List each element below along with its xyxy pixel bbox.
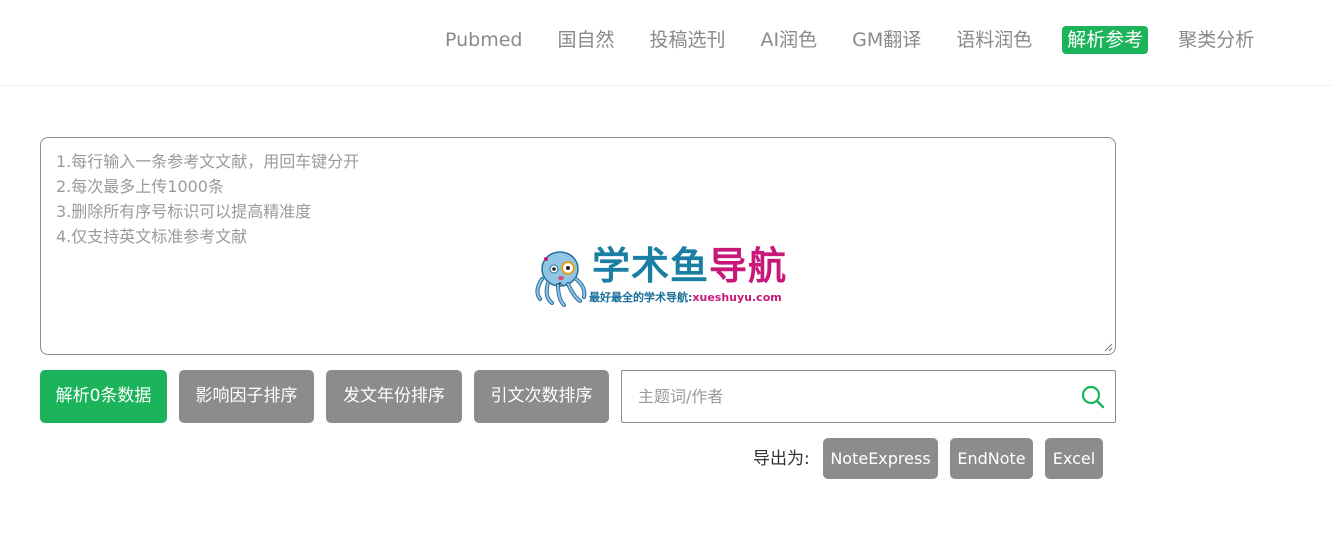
resize-handle-icon[interactable] <box>1104 343 1113 352</box>
reference-input[interactable] <box>41 138 1115 354</box>
nav-item-ai-polish[interactable]: AI润色 <box>756 26 823 54</box>
sort-by-citations-button[interactable]: 引文次数排序 <box>474 370 609 423</box>
nav-item-nsfc[interactable]: 国自然 <box>552 26 619 54</box>
reference-input-container <box>40 137 1116 355</box>
parse-button[interactable]: 解析0条数据 <box>40 370 167 423</box>
search-input[interactable] <box>622 371 1062 422</box>
search-container <box>621 370 1116 423</box>
export-endnote-button[interactable]: EndNote <box>950 438 1033 479</box>
sort-by-year-button[interactable]: 发文年份排序 <box>326 370 462 423</box>
search-icon[interactable] <box>1080 384 1105 409</box>
nav-item-gm-translate[interactable]: GM翻译 <box>847 26 926 54</box>
export-noteexpress-button[interactable]: NoteExpress <box>823 438 938 479</box>
sort-by-impact-factor-button[interactable]: 影响因子排序 <box>179 370 314 423</box>
nav-item-parse-references[interactable]: 解析参考 <box>1062 26 1149 54</box>
nav-item-corpus-polish[interactable]: 语料润色 <box>951 26 1037 54</box>
nav-item-pubmed[interactable]: Pubmed <box>440 26 527 54</box>
export-label: 导出为: <box>753 449 810 469</box>
export-excel-button[interactable]: Excel <box>1045 438 1103 479</box>
nav-item-cluster-analysis[interactable]: 聚类分析 <box>1173 26 1259 54</box>
main-nav: Pubmed 国自然 投稿选刊 AI润色 GM翻译 语料润色 解析参考 聚类分析 <box>440 26 1259 54</box>
top-navigation-bar: Pubmed 国自然 投稿选刊 AI润色 GM翻译 语料润色 解析参考 聚类分析 <box>0 0 1331 86</box>
nav-item-journal-selection[interactable]: 投稿选刊 <box>645 26 731 54</box>
